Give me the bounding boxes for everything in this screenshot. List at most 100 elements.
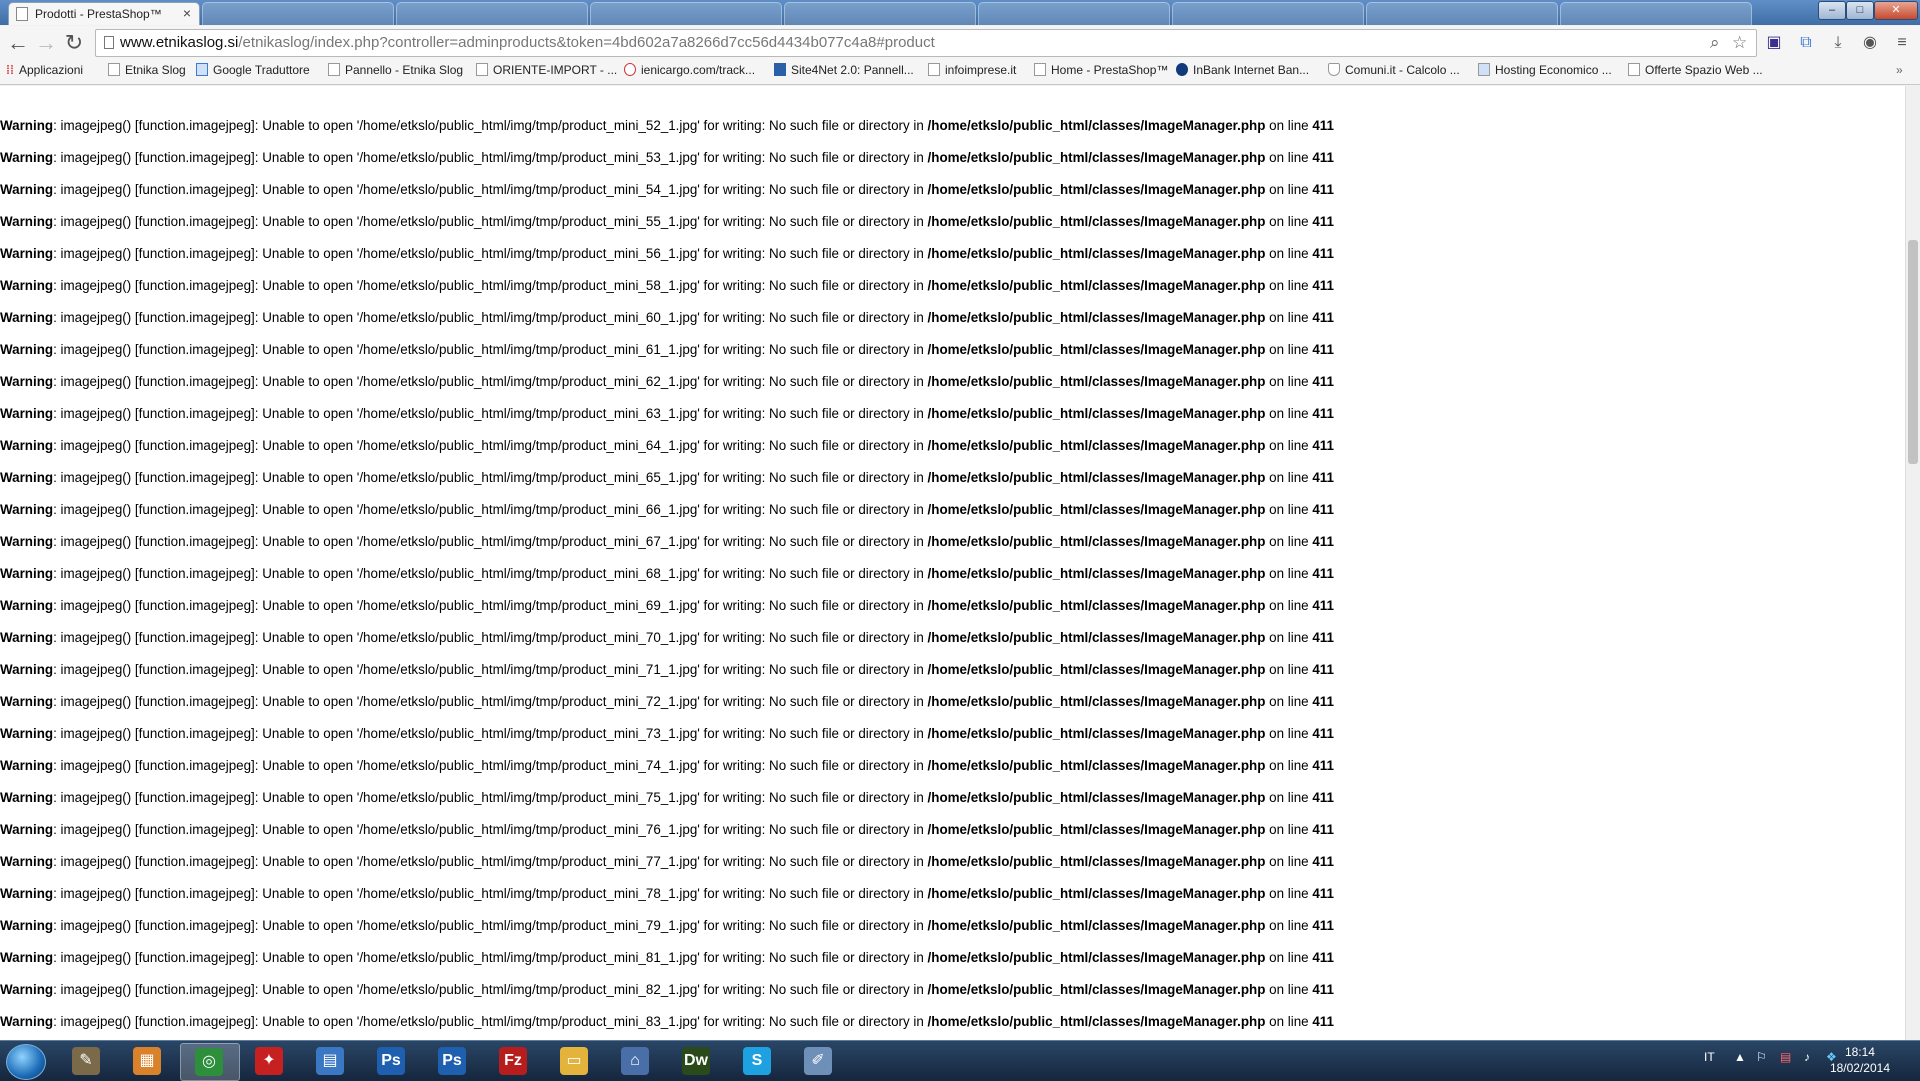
show-hidden-icons-icon[interactable]: ▲ — [1734, 1050, 1746, 1064]
taskbar-app-button[interactable]: Dw — [668, 1043, 726, 1079]
taskbar-app-button[interactable]: Ps — [424, 1043, 482, 1079]
warning-label: Warning — [0, 726, 54, 741]
warning-label: Warning — [0, 982, 54, 997]
forward-icon[interactable]: → — [33, 30, 59, 56]
bookmark-item[interactable]: Home - PrestaShop™ — [1034, 63, 1168, 77]
tab-background[interactable] — [784, 2, 976, 25]
scrollbar-thumb[interactable] — [1908, 240, 1918, 464]
bookmark-item[interactable]: Site4Net 2.0: Pannell... — [774, 63, 914, 77]
warning-message: _1.jpg' for writing: No such file or dir… — [660, 118, 928, 133]
taskbar-app-button[interactable]: ◎ — [180, 1043, 240, 1081]
bookmark-item[interactable]: ORIENTE-IMPORT - ... — [476, 63, 617, 77]
warning-message: _1.jpg' for writing: No such file or dir… — [660, 310, 928, 325]
warning-line-number: 411 — [1312, 342, 1334, 357]
warning-line: Warning: imagejpeg() [function.imagejpeg… — [0, 278, 1334, 298]
reload-icon[interactable]: ↻ — [61, 30, 87, 56]
clock[interactable]: 18:14 18/02/2014 — [1830, 1044, 1890, 1076]
extension-icon[interactable]: ◉ — [1859, 32, 1881, 54]
warning-label: Warning — [0, 470, 54, 485]
warning-message: on line — [1265, 118, 1313, 133]
warning-line: Warning: imagejpeg() [function.imagejpeg… — [0, 726, 1334, 746]
tab-background[interactable] — [1366, 2, 1558, 25]
warning-label: Warning — [0, 278, 54, 293]
warning-message: : imagejpeg() [function.imagejpeg]: Unab… — [53, 534, 646, 549]
extension-icon[interactable]: ▣ — [1763, 32, 1785, 54]
taskbar-app-button[interactable]: ▦ — [119, 1043, 177, 1079]
warning-file: /home/etkslo/public_html/classes/ImageMa… — [927, 566, 1266, 581]
maximize-button[interactable]: □ — [1846, 1, 1874, 20]
bookmark-item[interactable]: Google Traduttore — [196, 63, 310, 77]
search-icon[interactable]: ⌕ — [1710, 33, 1720, 53]
more-bookmarks-icon[interactable]: » — [1896, 63, 1903, 77]
extension-icon[interactable]: ⧉ — [1795, 32, 1817, 54]
tab-background[interactable] — [1172, 2, 1364, 25]
vertical-scrollbar[interactable] — [1905, 86, 1920, 1040]
warning-label: Warning — [0, 374, 54, 389]
back-icon[interactable]: ← — [5, 30, 31, 56]
minimize-button[interactable]: – — [1818, 1, 1846, 20]
bookmark-star-icon[interactable]: ☆ — [1732, 33, 1747, 53]
tab-background[interactable] — [202, 2, 394, 25]
apps-grid-icon: ⁞⁞ — [6, 63, 14, 77]
action-center-icon[interactable]: ⚐ — [1756, 1050, 1767, 1064]
warning-line-number: 411 — [1312, 150, 1334, 165]
taskbar-app-button[interactable]: ✐ — [790, 1043, 848, 1079]
download-icon[interactable]: ⤓ — [1827, 32, 1849, 54]
bookmark-item[interactable]: InBank Internet Ban... — [1176, 63, 1309, 77]
product-id: 72 — [645, 694, 661, 709]
warning-line: Warning: imagejpeg() [function.imagejpeg… — [0, 918, 1334, 938]
warning-file: /home/etkslo/public_html/classes/ImageMa… — [927, 598, 1266, 613]
warning-message: : imagejpeg() [function.imagejpeg]: Unab… — [53, 1014, 646, 1029]
product-id: 54 — [645, 182, 661, 197]
taskbar-app-button[interactable]: Ps — [363, 1043, 421, 1079]
warning-file: /home/etkslo/public_html/classes/ImageMa… — [927, 502, 1266, 517]
bookmark-item[interactable]: ⁞⁞ Applicazioni — [6, 63, 83, 77]
warning-line: Warning: imagejpeg() [function.imagejpeg… — [0, 438, 1334, 458]
taskbar-app-button[interactable]: ✎ — [58, 1043, 116, 1079]
bookmark-item[interactable]: Comuni.it - Calcolo ... — [1328, 63, 1460, 77]
bookmark-item[interactable]: ienicargo.com/track... — [624, 63, 755, 77]
warning-message: : imagejpeg() [function.imagejpeg]: Unab… — [53, 566, 646, 581]
start-button[interactable] — [6, 1044, 46, 1080]
bookmark-item[interactable]: Etnika Slog — [108, 63, 186, 77]
network-icon[interactable]: ▤ — [1780, 1050, 1791, 1064]
warning-message: on line — [1265, 662, 1313, 677]
warning-label: Warning — [0, 118, 54, 133]
bookmark-page-icon — [1034, 63, 1046, 76]
close-tab-icon[interactable]: × — [183, 5, 191, 21]
volume-icon[interactable]: ♪ — [1804, 1050, 1810, 1064]
taskbar-app-button[interactable]: ▤ — [302, 1043, 360, 1079]
close-window-button[interactable]: ✕ — [1874, 1, 1918, 20]
menu-icon[interactable]: ≡ — [1891, 32, 1913, 54]
warning-line: Warning: imagejpeg() [function.imagejpeg… — [0, 822, 1334, 842]
warning-label: Warning — [0, 150, 54, 165]
warning-label: Warning — [0, 630, 54, 645]
product-id: 67 — [645, 534, 661, 549]
warning-label: Warning — [0, 214, 54, 229]
warning-line: Warning: imagejpeg() [function.imagejpeg… — [0, 566, 1334, 586]
warning-line-number: 411 — [1312, 502, 1334, 517]
taskbar-app-button[interactable]: ✦ — [241, 1043, 299, 1079]
address-bar[interactable]: www.etnikaslog.si/etnikaslog/index.php?c… — [95, 29, 1757, 57]
bookmark-item[interactable]: Offerte Spazio Web ... — [1628, 63, 1763, 77]
taskbar-app-button[interactable]: ⌂ — [607, 1043, 665, 1079]
bookmark-item[interactable]: Pannello - Etnika Slog — [328, 63, 463, 77]
tab-background[interactable] — [1560, 2, 1752, 25]
warning-file: /home/etkslo/public_html/classes/ImageMa… — [927, 662, 1266, 677]
tab-active[interactable]: Prodotti - PrestaShop™ × — [8, 2, 200, 25]
warning-message: _1.jpg' for writing: No such file or dir… — [660, 214, 928, 229]
warning-message: on line — [1265, 278, 1313, 293]
taskbar-app-button[interactable]: ▭ — [546, 1043, 604, 1079]
tab-background[interactable] — [396, 2, 588, 25]
warning-message: _1.jpg' for writing: No such file or dir… — [660, 438, 928, 453]
taskbar-app-button[interactable]: S — [729, 1043, 787, 1079]
bookmark-item[interactable]: Hosting Economico ... — [1478, 63, 1612, 77]
taskbar-app-button[interactable]: Fz — [485, 1043, 543, 1079]
language-indicator[interactable]: IT — [1704, 1050, 1715, 1064]
bookmark-item[interactable]: infoimprese.it — [928, 63, 1016, 77]
warning-label: Warning — [0, 790, 54, 805]
tab-background[interactable] — [590, 2, 782, 25]
product-id: 62 — [645, 374, 661, 389]
warning-message: on line — [1265, 950, 1313, 965]
tab-background[interactable] — [978, 2, 1170, 25]
